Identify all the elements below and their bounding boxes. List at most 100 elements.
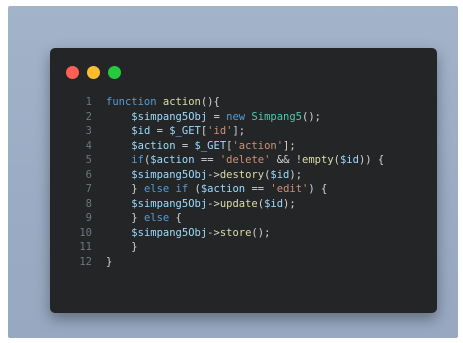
code-line: 1 function action(){ [64, 95, 384, 110]
line-number: 8 [85, 197, 92, 210]
line-number: 2 [85, 110, 92, 123]
close-dot-icon [66, 66, 79, 79]
code-token: -> [207, 226, 220, 239]
code-token: ]; [232, 125, 246, 137]
code-token: } [106, 212, 144, 224]
code-token: $simpang5Obj [131, 197, 208, 210]
line-number: 11 [79, 241, 92, 253]
minimize-dot-icon [87, 66, 100, 79]
code-text: } [106, 240, 138, 255]
code-token: $simpang5Obj [131, 110, 208, 123]
code-line: 9 } else { [64, 211, 384, 226]
window-controls [66, 66, 121, 79]
code-line: 12} [64, 255, 384, 270]
line-number: 5 [85, 154, 92, 166]
code-text: $simpang5Obj->store(); [106, 226, 270, 241]
code-token: ); [283, 197, 296, 210]
code-text: $id = $_GET['id']; [106, 124, 245, 139]
code-token: $action [200, 183, 246, 195]
code-token: store [219, 226, 252, 239]
code-token: $id [270, 168, 290, 181]
code-text: $simpang5Obj->destory($id); [106, 168, 302, 183]
code-token: == [194, 154, 220, 166]
code-token: else [143, 212, 170, 224]
code-token: 'id' [207, 125, 233, 137]
code-token: destory [219, 168, 265, 181]
code-token: } [106, 241, 138, 253]
code-line: 8 $simpang5Obj->update($id); [64, 197, 384, 212]
code-line: 10 $simpang5Obj->store(); [64, 226, 384, 241]
code-token: } [106, 183, 144, 195]
code-text: $simpang5Obj->update($id); [106, 197, 296, 212]
code-token: 'action' [232, 139, 284, 152]
code-token: )) { [358, 154, 385, 166]
code-token: ( [188, 183, 201, 195]
code-token: ); [289, 168, 303, 181]
code-token: (); [251, 226, 271, 239]
line-number: 1 [85, 96, 92, 108]
code-text: } [106, 255, 112, 270]
code-line: 11 } [64, 240, 384, 255]
line-number: 9 [85, 212, 92, 224]
code-token: = [175, 139, 195, 152]
code-token: $id [264, 197, 284, 210]
code-token: { [169, 212, 182, 224]
code-token: ]; [283, 139, 296, 152]
code-text: } else { [106, 211, 182, 226]
maximize-dot-icon [108, 66, 121, 79]
line-number: 6 [85, 168, 92, 181]
line-number: 4 [85, 139, 92, 152]
code-line: 3 $id = $_GET['id']; [64, 124, 384, 139]
code-text: $action = $_GET['action']; [106, 139, 296, 154]
code-line: 2 $simpang5Obj = new Simpang5(); [64, 110, 384, 125]
code-token: ) { [308, 183, 328, 195]
code-token: Simpang5 [251, 110, 302, 123]
code-token: -> [207, 197, 220, 210]
line-number: 10 [79, 226, 92, 239]
code-line: 7 } else if ($action == 'edit') { [64, 182, 384, 197]
code-token: (){ [200, 96, 220, 108]
code-token: = [207, 110, 227, 123]
code-token: $action [150, 154, 195, 166]
code-token: action [162, 96, 201, 108]
code-token: $_GET [169, 125, 201, 137]
code-token: new [226, 110, 252, 123]
code-token: = [150, 125, 170, 137]
code-token: empty [302, 154, 334, 166]
code-line: 6 $simpang5Obj->destory($id); [64, 168, 384, 183]
code-window: 1 function action(){2 $simpang5Obj = new … [50, 48, 437, 313]
code-text: $simpang5Obj = new Simpang5(); [106, 110, 321, 125]
code-token: 'delete' [219, 154, 271, 166]
code-text: function action(){ [106, 95, 220, 110]
code-token: $_GET [194, 139, 227, 152]
code-token: if [131, 154, 144, 166]
line-number: 7 [85, 183, 92, 195]
code-token: $simpang5Obj [131, 226, 208, 239]
code-token: && ! [270, 154, 303, 166]
code-token: $id [131, 125, 151, 137]
code-token: } [106, 255, 113, 268]
code-token: -> [207, 168, 220, 181]
image-backdrop: 1 function action(){2 $simpang5Obj = new … [8, 6, 458, 338]
code-line: 4 $action = $_GET['action']; [64, 139, 384, 154]
code-token: $id [339, 154, 359, 166]
code-text: if($action == 'delete' && !empty($id)) { [106, 153, 384, 168]
code-token: else if [143, 183, 189, 195]
line-number: 3 [85, 125, 92, 137]
code-line: 5 if($action == 'delete' && !empty($id))… [64, 153, 385, 168]
code-token: == [245, 183, 271, 195]
line-number: 12 [79, 255, 92, 268]
code-token: (); [302, 110, 321, 123]
code-token: $simpang5Obj [131, 168, 208, 181]
code-token: $action [131, 139, 176, 152]
code-text: } else if ($action == 'edit') { [106, 182, 327, 197]
code-token: function [106, 96, 163, 108]
code-token: 'edit' [270, 183, 309, 195]
